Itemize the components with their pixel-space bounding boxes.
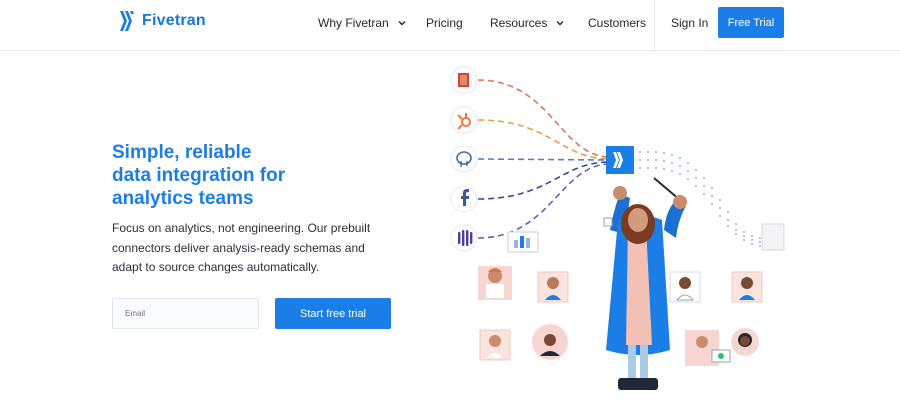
nav-pricing-label: Pricing <box>426 16 463 30</box>
free-trial-button[interactable]: Free Trial <box>718 7 784 38</box>
hero-headline: Simple, reliable data integration for an… <box>112 141 372 210</box>
connector-line <box>477 161 609 200</box>
avatar <box>478 266 512 300</box>
chevron-down-icon <box>556 21 564 26</box>
avatar <box>537 271 569 303</box>
sign-in-link[interactable]: Sign In <box>671 16 708 30</box>
start-free-trial-button[interactable]: Start free trial <box>275 298 391 329</box>
brand-name: Fivetran <box>142 12 206 29</box>
intercom-icon <box>450 224 478 252</box>
nav-resources-label: Resources <box>490 16 548 30</box>
avatar <box>731 271 763 303</box>
nav-customers[interactable]: Customers <box>588 16 646 30</box>
connector-line <box>477 79 609 158</box>
connector-line <box>477 158 609 161</box>
email-field[interactable] <box>112 298 259 329</box>
postgres-icon <box>450 145 478 173</box>
avatar <box>479 329 511 361</box>
nav-why-fivetran-label: Why Fivetran <box>318 16 389 30</box>
headline-line: data integration for <box>112 165 286 186</box>
headline-line: analytics teams <box>112 188 254 209</box>
brand-logo[interactable]: Fivetran <box>118 10 206 32</box>
office-icon <box>450 66 478 94</box>
avatar <box>731 328 759 356</box>
avatar <box>532 324 568 360</box>
avatar <box>685 330 731 366</box>
fivetran-logo-icon <box>120 11 134 31</box>
chevron-down-icon <box>398 21 406 26</box>
nav-why-fivetran[interactable]: Why Fivetran <box>318 16 407 30</box>
nav-resources[interactable]: Resources <box>490 16 565 30</box>
nav-pricing[interactable]: Pricing <box>426 16 463 30</box>
headline-line: Simple, reliable <box>112 142 252 163</box>
fivetran-hub <box>606 146 634 174</box>
nav-customers-label: Customers <box>588 16 647 30</box>
hubspot-icon <box>450 106 478 134</box>
laptop <box>507 231 539 253</box>
top-navigation: Fivetran Why Fivetran Pricing Resources … <box>0 0 900 51</box>
facebook-icon <box>450 185 478 213</box>
hero-subtext: Focus on analytics, not engineering. Our… <box>112 219 382 278</box>
subtext-line: Focus on analytics, not engineering. Our… <box>112 221 371 235</box>
nav-divider <box>654 0 655 50</box>
connector-line <box>477 119 609 160</box>
hero-illustration <box>450 66 785 390</box>
warehouse-block <box>761 223 785 251</box>
avatar <box>669 271 701 303</box>
subtext-line: connectors deliver analysis-ready schema… <box>112 240 365 255</box>
subtext-line: adapt to source changes automatically. <box>112 260 320 274</box>
connector-line <box>477 163 609 239</box>
